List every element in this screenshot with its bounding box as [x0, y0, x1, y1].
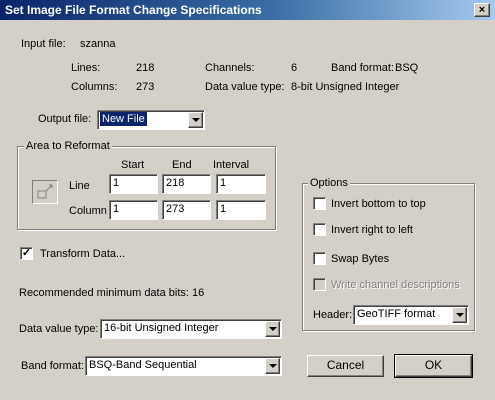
- options-title: Options: [308, 177, 350, 189]
- invert-bottom-label[interactable]: Invert bottom to top: [331, 198, 426, 210]
- line-end-field[interactable]: 218: [162, 174, 211, 194]
- output-file-select[interactable]: New File: [97, 110, 205, 130]
- end-header: End: [172, 159, 192, 171]
- ok-button[interactable]: OK: [394, 354, 473, 378]
- data-value-type-selected: 16-bit Unsigned Integer: [104, 322, 219, 334]
- header-selected: GeoTIFF format: [357, 308, 436, 320]
- column-row-label: Column: [69, 205, 107, 217]
- line-start-field[interactable]: 1: [109, 174, 158, 194]
- band-format-selected: BSQ-Band Sequential: [89, 359, 197, 371]
- input-file-label: Input file:: [21, 38, 66, 50]
- area-select-glyph-icon: [37, 184, 53, 199]
- data-value-type-info-label: Data value type:: [205, 81, 285, 93]
- output-file-selected: New File: [100, 112, 147, 126]
- invert-right-label[interactable]: Invert right to left: [331, 224, 413, 236]
- column-interval-field[interactable]: 1: [216, 200, 266, 220]
- swap-bytes-checkbox[interactable]: [313, 252, 326, 265]
- lines-label: Lines:: [71, 62, 101, 74]
- data-value-type-label: Data value type:: [19, 323, 99, 335]
- chevron-down-icon[interactable]: [188, 112, 203, 128]
- band-format-info-value: BSQ: [395, 62, 419, 74]
- interval-header: Interval: [213, 159, 250, 171]
- invert-right-checkbox[interactable]: [313, 223, 326, 236]
- input-file-value: szanna: [80, 38, 116, 50]
- columns-label: Columns:: [71, 81, 118, 93]
- area-select-icon[interactable]: [32, 180, 58, 204]
- write-descriptions-label: Write channel descriptions: [331, 279, 460, 291]
- chevron-down-icon[interactable]: [265, 358, 280, 374]
- columns-value: 273: [136, 81, 155, 93]
- lines-value: 218: [136, 62, 155, 74]
- column-start-field[interactable]: 1: [109, 200, 158, 220]
- data-value-type-info-value: 8-bit Unsigned Integer: [291, 81, 400, 93]
- area-to-reformat-title: Area to Reformat: [24, 140, 112, 152]
- close-button[interactable]: ×: [474, 3, 490, 17]
- window-title: Set Image File Format Change Specificati…: [5, 3, 262, 17]
- chevron-down-icon[interactable]: [452, 307, 467, 323]
- band-format-label: Band format:: [21, 360, 84, 372]
- checkmark-icon: ✓: [21, 247, 32, 259]
- data-value-type-select[interactable]: 16-bit Unsigned Integer: [100, 319, 282, 339]
- header-label: Header:: [313, 309, 353, 321]
- channels-label: Channels:: [205, 62, 255, 74]
- recommended-bits-text: Recommended minimum data bits: 16: [19, 287, 205, 299]
- line-interval-field[interactable]: 1: [216, 174, 266, 194]
- output-file-label: Output file:: [38, 113, 92, 125]
- cancel-button[interactable]: Cancel: [307, 355, 384, 377]
- channels-value: 6: [291, 62, 298, 74]
- band-format-select[interactable]: BSQ-Band Sequential: [85, 356, 282, 376]
- band-format-info-label: Band format:: [331, 62, 394, 74]
- transform-data-label[interactable]: Transform Data...: [40, 248, 125, 260]
- close-icon: ×: [478, 4, 486, 16]
- start-header: Start: [121, 159, 145, 171]
- title-bar: Set Image File Format Change Specificati…: [0, 0, 495, 20]
- line-row-label: Line: [69, 180, 90, 192]
- column-end-field[interactable]: 273: [162, 200, 211, 220]
- invert-bottom-checkbox[interactable]: [313, 197, 326, 210]
- transform-data-checkbox[interactable]: ✓: [20, 247, 33, 260]
- chevron-down-icon[interactable]: [265, 321, 280, 337]
- swap-bytes-label[interactable]: Swap Bytes: [331, 253, 389, 265]
- header-select[interactable]: GeoTIFF format: [353, 305, 469, 325]
- write-descriptions-checkbox[interactable]: [313, 278, 326, 291]
